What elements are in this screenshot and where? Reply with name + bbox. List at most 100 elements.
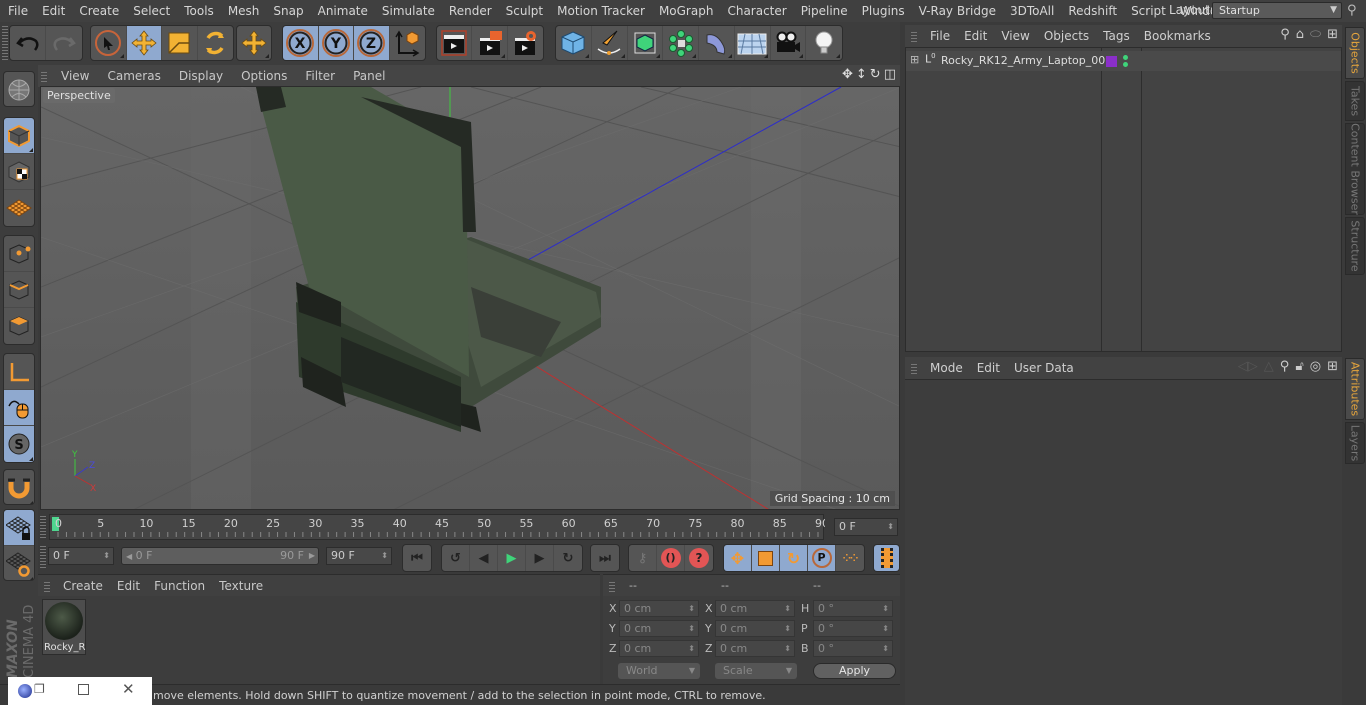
rotation-p-field[interactable]: 0 ° ⬍: [813, 620, 893, 637]
menu-simulate[interactable]: Simulate: [375, 4, 442, 18]
timeline-ruler[interactable]: 0 5 10 15 20 25 30 35 40 45 50 55 60 65 70 75 80 85 90: [49, 514, 825, 540]
up-arrow-icon[interactable]: △: [1264, 359, 1274, 374]
tab-layers[interactable]: Layers: [1345, 422, 1365, 464]
subdivision-surface-button[interactable]: [628, 26, 664, 60]
viewport-menu-view[interactable]: View: [52, 69, 98, 83]
material-menu-create[interactable]: Create: [56, 579, 110, 593]
x-axis-toggle[interactable]: X: [283, 26, 319, 60]
texture-mode-button[interactable]: [4, 154, 34, 190]
point-level-animation-toggle[interactable]: ⁘⁘: [836, 545, 864, 571]
menu-render[interactable]: Render: [442, 4, 499, 18]
frame-range-slider[interactable]: ◀ 0 F 90 F ▶: [121, 547, 319, 565]
column-divider[interactable]: [1101, 48, 1102, 351]
camera-label[interactable]: Perspective: [43, 88, 115, 103]
material-swatch[interactable]: Rocky_R: [42, 599, 86, 655]
menu-script[interactable]: Script: [1124, 4, 1173, 18]
move-tool-button[interactable]: [126, 26, 162, 60]
make-editable-button[interactable]: [4, 72, 34, 106]
position-y-field[interactable]: 0 cm ⬍: [619, 620, 699, 637]
viewport-menu-options[interactable]: Options: [232, 69, 296, 83]
lock-icon[interactable]: 🔓︎: [1295, 359, 1303, 374]
menu-redshift[interactable]: Redshift: [1061, 4, 1124, 18]
coordinate-space-dropdown[interactable]: World ▼: [618, 663, 700, 679]
visibility-dots-icon[interactable]: [1123, 54, 1128, 68]
spinner-icon[interactable]: ⬍: [688, 601, 695, 616]
attributes-menu-mode[interactable]: Mode: [923, 361, 970, 375]
attributes-menu-edit[interactable]: Edit: [970, 361, 1007, 375]
rotation-b-field[interactable]: 0 ° ⬍: [813, 640, 893, 657]
expand-icon[interactable]: ⊞: [910, 53, 919, 66]
end-frame-field[interactable]: 90 F ⬍: [326, 547, 392, 565]
object-manager-grip[interactable]: [911, 30, 917, 42]
spinner-icon[interactable]: ⬍: [784, 621, 791, 636]
size-y-field[interactable]: 0 cm ⬍: [715, 620, 795, 637]
coordinates-grip[interactable]: [609, 580, 615, 592]
menu-snap[interactable]: Snap: [266, 4, 310, 18]
position-x-field[interactable]: 0 cm ⬍: [619, 600, 699, 617]
search-icon[interactable]: ⚲: [1280, 27, 1290, 42]
layer-color-swatch[interactable]: [1106, 56, 1117, 67]
size-mode-dropdown[interactable]: Scale ▼: [715, 663, 797, 679]
toggle-layout-icon[interactable]: ◫: [884, 67, 896, 82]
solo-button[interactable]: S: [4, 426, 34, 462]
search-icon[interactable]: ⚲: [1280, 359, 1290, 374]
objects-menu-tags[interactable]: Tags: [1096, 29, 1137, 43]
position-z-field[interactable]: 0 cm ⬍: [619, 640, 699, 657]
pan-icon[interactable]: ✥: [842, 67, 853, 82]
restore-icon[interactable]: ❐: [34, 682, 45, 696]
scale-key-toggle[interactable]: [752, 545, 780, 571]
play-button[interactable]: ▶: [498, 545, 526, 571]
menu-edit[interactable]: Edit: [35, 4, 72, 18]
3d-viewport[interactable]: Y Z X Perspective Grid Spacing : 10 cm: [40, 86, 900, 510]
spinner-icon[interactable]: ⬍: [887, 519, 894, 535]
z-axis-toggle[interactable]: Z: [354, 26, 390, 60]
keyframe-selection-button[interactable]: ?: [685, 545, 713, 571]
go-to-start-button[interactable]: ⏮: [403, 545, 431, 571]
spinner-icon[interactable]: ⬍: [784, 641, 791, 656]
menu-character[interactable]: Character: [720, 4, 793, 18]
menu-create[interactable]: Create: [72, 4, 126, 18]
current-frame-field[interactable]: 0 F ⬍: [834, 518, 898, 536]
position-key-toggle[interactable]: ✥: [724, 545, 752, 571]
light-button[interactable]: [806, 26, 842, 60]
camera-button[interactable]: [771, 26, 807, 60]
viewport-menu-cameras[interactable]: Cameras: [98, 69, 169, 83]
live-selection-button[interactable]: [91, 26, 127, 60]
spinner-icon[interactable]: ⬍: [381, 548, 388, 564]
object-name[interactable]: Rocky_RK12_Army_Laptop_001: [941, 54, 1112, 67]
maximize-icon[interactable]: [78, 684, 89, 695]
bend-deformer-button[interactable]: [699, 26, 735, 60]
size-z-field[interactable]: 0 cm ⬍: [715, 640, 795, 657]
menu-mesh[interactable]: Mesh: [221, 4, 267, 18]
pen-spline-button[interactable]: [592, 26, 628, 60]
rotation-key-toggle[interactable]: ↻: [780, 545, 808, 571]
timeline-grip[interactable]: [40, 516, 46, 538]
previous-frame-button[interactable]: ◀: [470, 545, 498, 571]
apply-button[interactable]: Apply: [813, 663, 896, 679]
menu-3dtoall[interactable]: 3DToAll: [1003, 4, 1061, 18]
menu-sculpt[interactable]: Sculpt: [499, 4, 550, 18]
tab-takes[interactable]: Takes: [1345, 81, 1365, 121]
workplane-mode-button[interactable]: [4, 190, 34, 226]
tab-objects[interactable]: Objects: [1345, 27, 1365, 79]
spinner-icon[interactable]: ⬍: [103, 548, 110, 564]
spinner-icon[interactable]: ⬍: [882, 601, 889, 616]
chevron-right-icon[interactable]: ▶: [309, 548, 315, 564]
points-mode-button[interactable]: [4, 236, 34, 272]
material-menu-texture[interactable]: Texture: [212, 579, 270, 593]
viewport-menu-panel[interactable]: Panel: [344, 69, 394, 83]
tab-attributes[interactable]: Attributes: [1345, 358, 1365, 420]
polygons-mode-button[interactable]: [4, 308, 34, 344]
undo-button[interactable]: [10, 26, 46, 60]
spinner-icon[interactable]: ⬍: [784, 601, 791, 616]
material-menu-edit[interactable]: Edit: [110, 579, 147, 593]
parameter-key-toggle[interactable]: P: [808, 545, 836, 571]
edges-mode-button[interactable]: [4, 272, 34, 308]
timeline-window-button[interactable]: [874, 545, 899, 571]
floor-button[interactable]: [735, 26, 771, 60]
objects-menu-bookmarks[interactable]: Bookmarks: [1137, 29, 1218, 43]
home-icon[interactable]: ⌂: [1296, 27, 1304, 42]
back-arrow-icon[interactable]: ◁▷: [1238, 359, 1258, 374]
objects-menu-file[interactable]: File: [923, 29, 957, 43]
column-divider[interactable]: [1141, 48, 1142, 351]
